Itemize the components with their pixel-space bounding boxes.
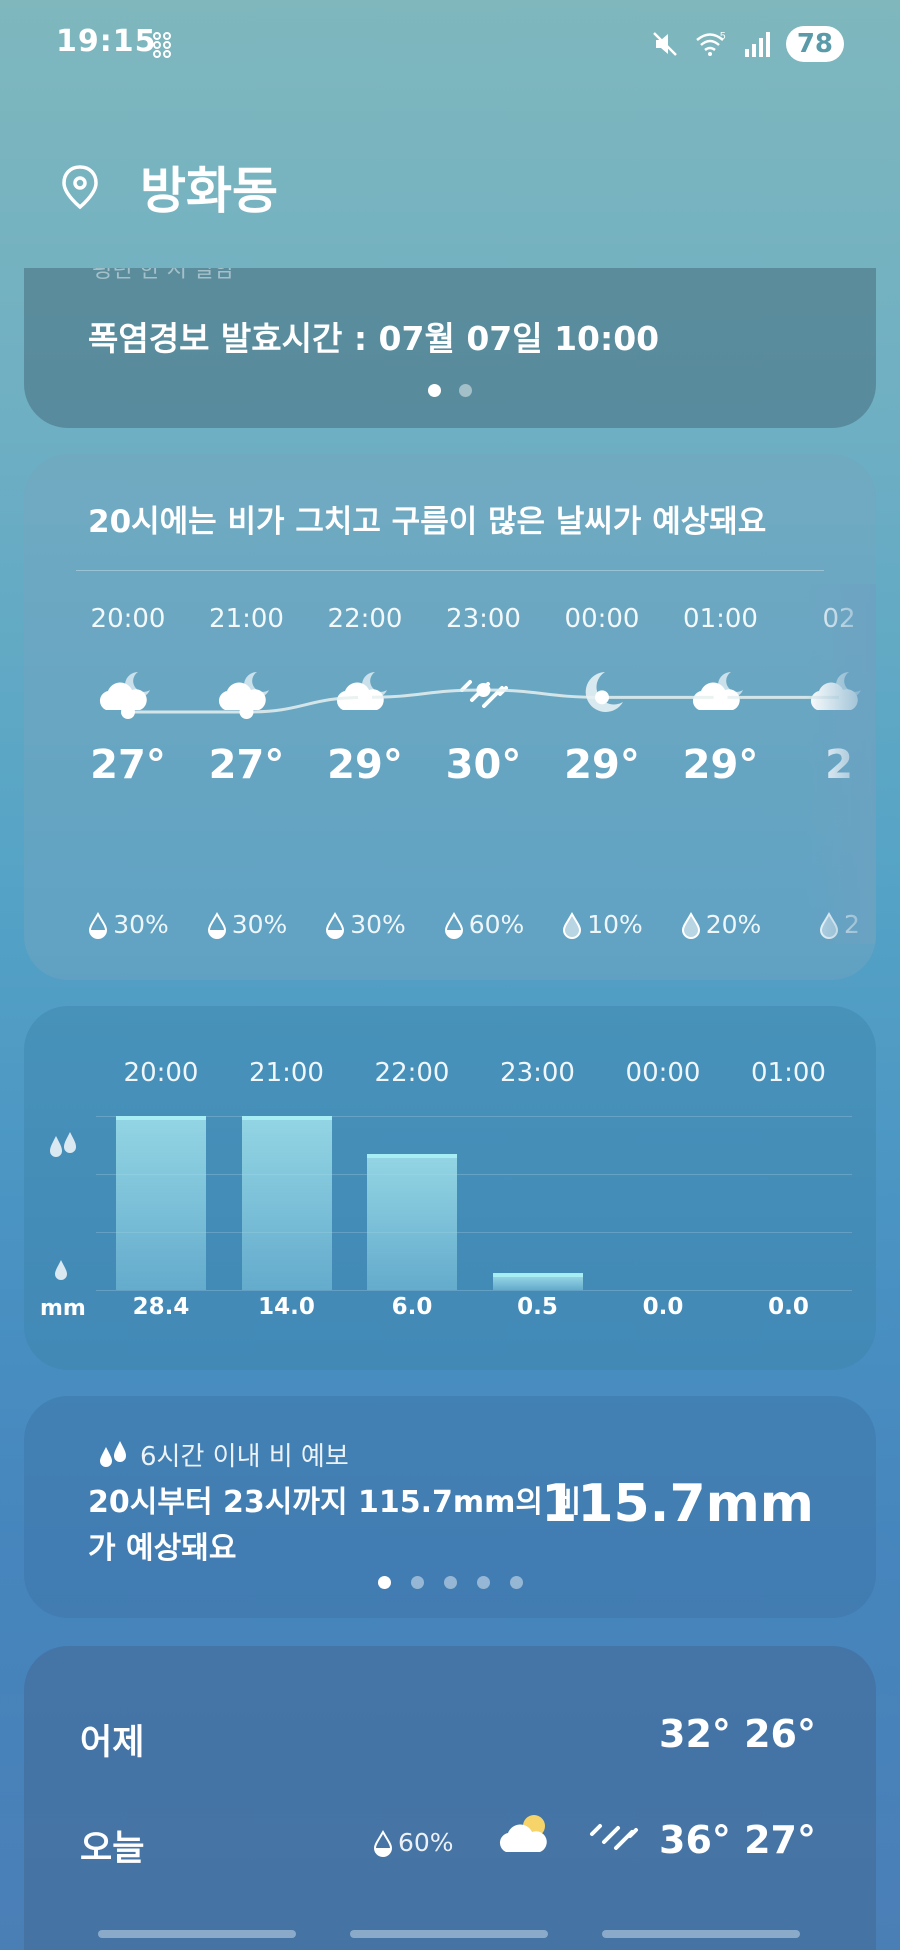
temperature-point (239, 705, 254, 719)
forecast-amount: 115.7mm (541, 1474, 814, 1534)
page-dot[interactable] (377, 1576, 391, 1589)
rain-time: 01:00 (751, 1058, 826, 1088)
rain-time: 22:00 (374, 1058, 450, 1088)
rain-value: 0.0 (768, 1294, 809, 1320)
rain-gridline (96, 1116, 852, 1117)
rain-unit-label: mm (40, 1296, 86, 1321)
rain-gridline (96, 1232, 852, 1233)
rain-bar (116, 1116, 206, 1290)
rain-gridline (96, 1290, 852, 1291)
rain-value: 14.0 (258, 1294, 315, 1320)
temperature-point (713, 690, 728, 705)
scroll-fade (806, 584, 876, 944)
nav-tab[interactable] (350, 1930, 548, 1938)
location-name: 방화동 (140, 162, 278, 220)
page-dot[interactable] (410, 1576, 424, 1589)
day-label: 오늘 (80, 1829, 145, 1869)
day-label: 어제 (80, 1723, 145, 1763)
network-label: 5 (720, 31, 726, 42)
hourly-forecast-card[interactable]: 20시에는 비가 그치고 구름이 많은 날씨가 예상돼요 20:00 27° 30%… (24, 454, 876, 980)
daily-row-yesterday[interactable]: 어제 32° 26° (24, 1702, 876, 1772)
status-bar: 19:15 5 78 (0, 0, 900, 88)
day-temps: 32° 26° (659, 1712, 816, 1756)
forecast-description: 20시부터 23시까지 115.7mm의 비가 예상돼요 (88, 1485, 582, 1566)
page-dot[interactable] (459, 384, 472, 397)
rain-value: 0.5 (517, 1294, 558, 1320)
rain-time: 00:00 (625, 1058, 701, 1088)
location-header[interactable]: 방화동 (60, 152, 278, 222)
location-pin-icon (62, 165, 98, 210)
partly-sunny-icon (499, 1815, 547, 1852)
day-temps: 36° 27° (659, 1818, 816, 1862)
daily-forecast-card[interactable]: 어제 32° 26° 오늘 60% 36° 27° (24, 1646, 876, 1950)
rain-value: 28.4 (132, 1294, 190, 1320)
half-drop-icon (373, 1829, 393, 1857)
temperature-point (121, 705, 135, 719)
mute-icon (652, 32, 677, 56)
battery-indicator: 78 (785, 26, 844, 62)
wifi-icon: 5 (696, 31, 726, 56)
status-icons: 5 78 (650, 24, 844, 64)
rain-value: 6.0 (391, 1294, 433, 1320)
light-rain-drop-icon (55, 1260, 67, 1280)
forecast-label: 6시간 이내 비 예보 (96, 1436, 349, 1473)
temperature-point (476, 683, 491, 697)
rain-time: 20:00 (123, 1058, 199, 1088)
temperature-point (358, 690, 372, 705)
alert-clipped-text: 평년 한 시 발암 (92, 268, 235, 283)
rain-bar (492, 1273, 583, 1290)
page-dot[interactable] (443, 1576, 457, 1589)
forecast-label-text: 6시간 이내 비 예보 (140, 1442, 349, 1472)
rain-bar (367, 1154, 457, 1290)
rain-icon (590, 1824, 638, 1850)
rain-time: 23:00 (500, 1058, 575, 1088)
day-precip: 60% (372, 1828, 454, 1857)
rain-gridline (96, 1174, 852, 1175)
rain-forecast-card[interactable]: 6시간 이내 비 예보 20시부터 23시까지 115.7mm의 비가 예상돼요… (24, 1396, 876, 1618)
temperature-point (595, 690, 609, 705)
alert-text: 폭염경보 발효시간 : 07월 07일 10:00 (88, 319, 660, 358)
weather-alert-card[interactable]: 평년 한 시 발암 폭염경보 발효시간 : 07월 07일 10:00 (24, 268, 876, 428)
page-dot[interactable] (476, 1576, 490, 1589)
page-tabs-indicator (0, 1930, 900, 1950)
app-notification-icon (153, 32, 171, 58)
heavy-rain-drops-icon (50, 1132, 76, 1157)
nav-tab[interactable] (602, 1930, 800, 1938)
page-dot[interactable] (509, 1576, 523, 1589)
rain-time: 21:00 (249, 1058, 324, 1088)
signal-icon (744, 32, 770, 57)
forecast-page-indicator[interactable] (24, 1576, 876, 1589)
rain-bar (241, 1116, 332, 1290)
status-time: 19:15 (56, 24, 157, 59)
rain-value: 0.0 (642, 1294, 684, 1320)
page-dot[interactable] (428, 384, 441, 397)
temperature-line-chart (121, 683, 839, 719)
day-precip-value: 60% (398, 1828, 454, 1857)
daily-row-today[interactable]: 오늘 60% 36° 27° (24, 1808, 876, 1878)
alert-page-indicator[interactable] (24, 384, 876, 397)
nav-tab[interactable] (98, 1930, 296, 1938)
rain-drops-icon (100, 1440, 126, 1467)
rainfall-chart-card[interactable]: 20:00 28.4 21:00 14.0 22:00 6.0 23:00 0.5 00:00 0… (24, 1006, 876, 1370)
